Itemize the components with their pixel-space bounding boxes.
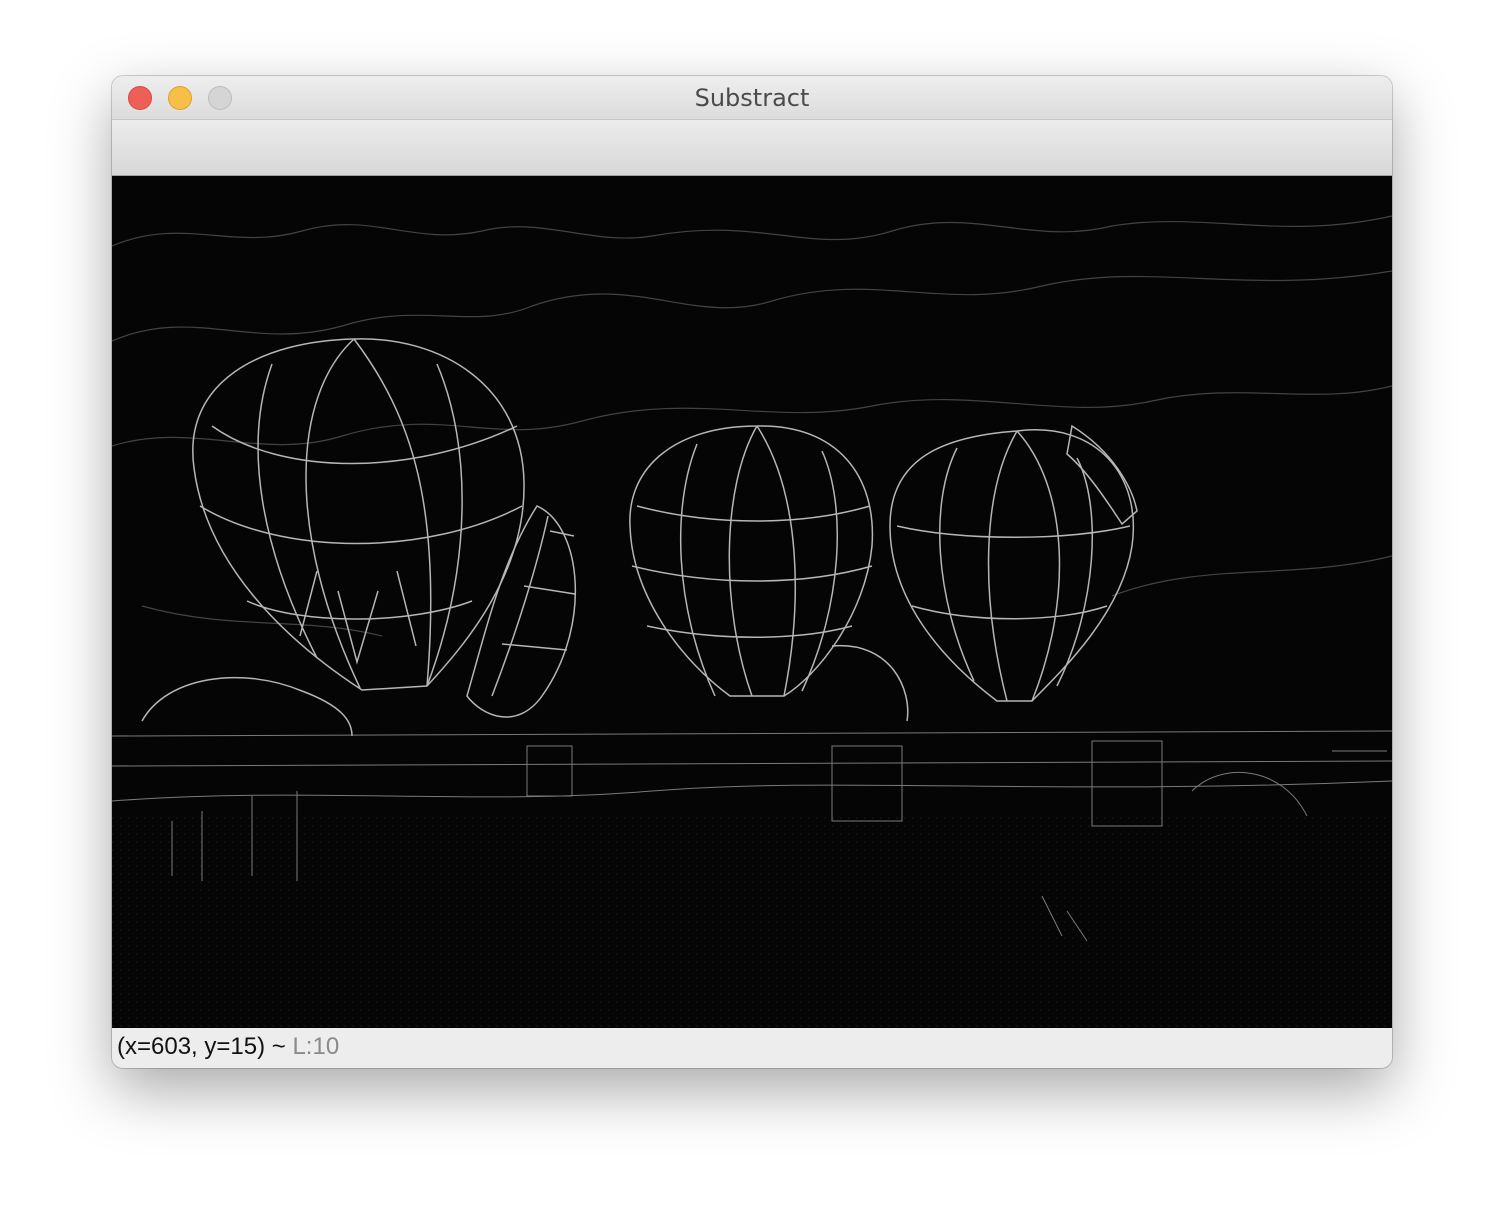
toolbar (112, 120, 1392, 176)
pixel-level: L:10 (292, 1033, 340, 1060)
title-bar[interactable]: Substract (112, 76, 1392, 120)
cursor-coordinates: (x=603, y=15) ~ (117, 1033, 293, 1060)
substract-window: Substract (x=603, y=15) ~ L:10 (112, 76, 1392, 1068)
image-display[interactable] (112, 176, 1392, 1028)
window-title: Substract (694, 84, 810, 112)
edge-detected-balloon-image (112, 176, 1392, 1028)
status-bar: (x=603, y=15) ~ L:10 (112, 1028, 1392, 1068)
